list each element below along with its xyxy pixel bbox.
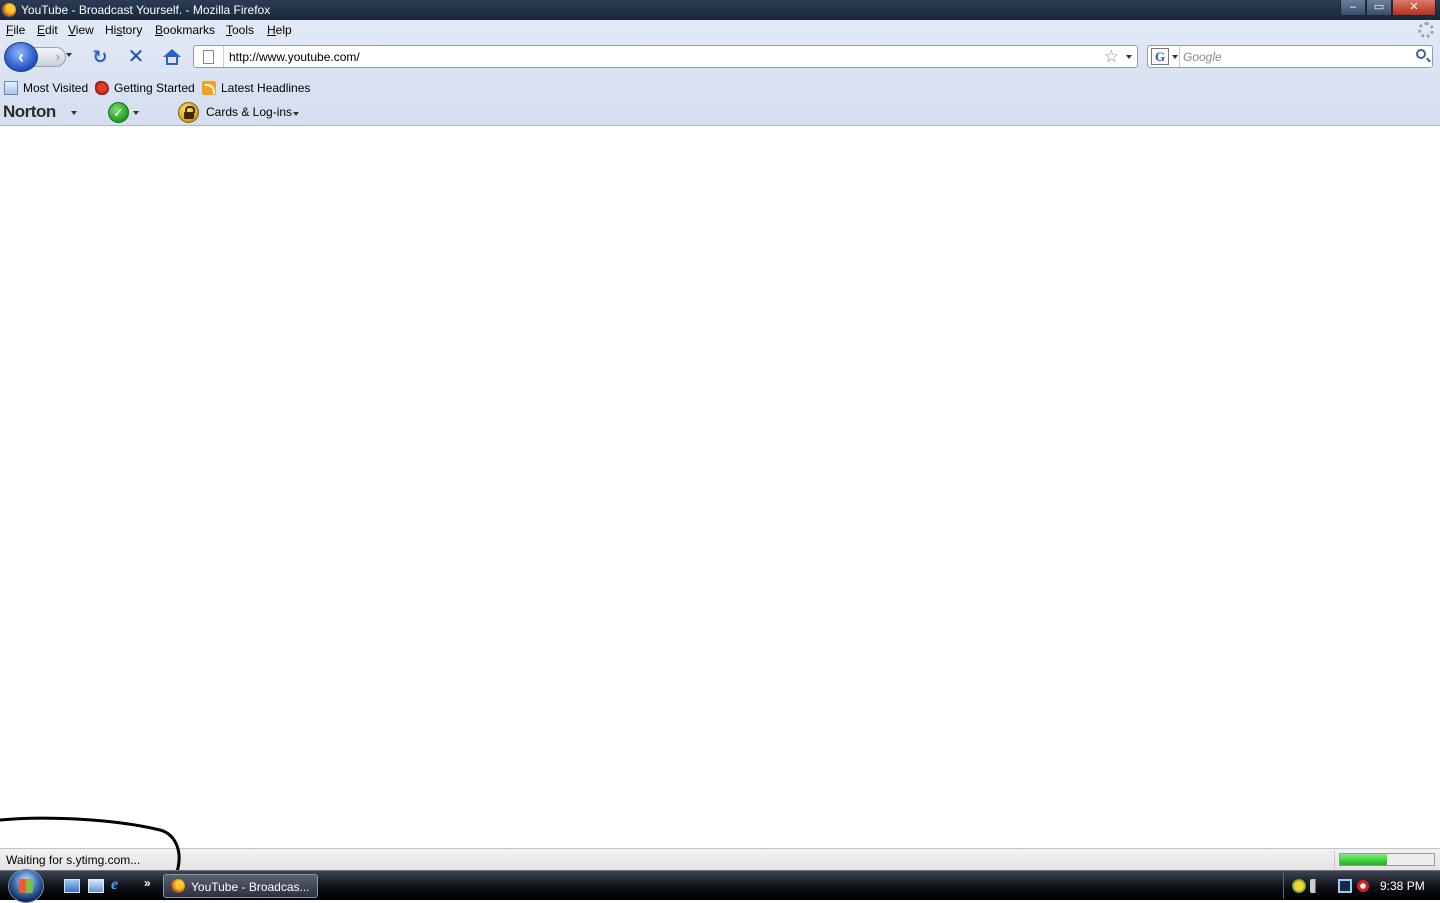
maximize-button[interactable]: ▭ (1366, 0, 1392, 16)
norton-dropdown-icon[interactable] (71, 111, 77, 115)
search-input[interactable] (1183, 49, 1403, 64)
menu-tools[interactable]: Tools (226, 23, 254, 37)
progress-fill (1340, 854, 1387, 865)
menu-help[interactable]: Help (267, 23, 292, 37)
window-controls: – ▭ ✕ (1340, 0, 1436, 17)
browser-toolbars: File Edit View History Bookmarks Tools H… (0, 20, 1440, 126)
bookmark-getting-started[interactable]: Getting Started (95, 79, 195, 97)
menu-bookmarks[interactable]: Bookmarks (155, 23, 215, 37)
bookmark-label: Getting Started (114, 81, 195, 95)
safe-web-dropdown-icon[interactable] (133, 111, 139, 115)
norton-toolbar: Norton ✓ Cards & Log-ins (0, 100, 1440, 124)
rss-feed-icon (202, 81, 216, 95)
network-tray-icon[interactable] (1338, 879, 1352, 893)
system-clock[interactable]: 9:38 PM (1380, 879, 1425, 893)
back-button[interactable]: ‹ (4, 42, 38, 72)
menu-file[interactable]: File (6, 23, 25, 37)
search-bar[interactable]: G (1147, 45, 1433, 68)
show-desktop-icon[interactable] (64, 879, 80, 893)
minimize-button[interactable]: – (1340, 0, 1366, 16)
bookmark-label: Latest Headlines (221, 81, 311, 95)
reload-button[interactable]: ↻ (90, 47, 110, 67)
start-button[interactable] (8, 869, 44, 903)
norton-logo[interactable]: Norton (3, 102, 56, 122)
volume-muted-icon[interactable] (1356, 879, 1370, 893)
search-engine-dropdown-icon[interactable] (1172, 55, 1178, 59)
window-titlebar[interactable]: YouTube - Broadcast Yourself. - Mozilla … (0, 0, 1440, 20)
status-bar: Waiting for s.ytimg.com... (0, 848, 1440, 870)
url-dropdown-icon[interactable] (1126, 55, 1132, 59)
menu-view[interactable]: View (68, 23, 94, 37)
status-text: Waiting for s.ytimg.com... (6, 853, 141, 867)
bookmark-latest-headlines[interactable]: Latest Headlines (202, 79, 310, 97)
history-dropdown-icon[interactable] (66, 53, 72, 57)
menu-edit[interactable]: Edit (37, 23, 58, 37)
speaker-tray-icon[interactable] (1310, 879, 1324, 893)
taskbar-window-label: YouTube - Broadcas... (191, 880, 310, 894)
address-bar[interactable]: http://www.youtube.com/ ☆ (193, 45, 1138, 68)
loading-throbber-icon (1418, 22, 1434, 38)
search-icon[interactable] (1416, 49, 1426, 59)
firefox-getting-started-icon (95, 81, 109, 95)
google-engine-icon[interactable]: G (1151, 48, 1169, 65)
home-icon (163, 49, 181, 57)
url-text[interactable]: http://www.youtube.com/ (229, 50, 360, 64)
loading-progress-bar (1339, 853, 1435, 866)
menu-history[interactable]: History (105, 23, 142, 37)
bookmark-label: Most Visited (23, 81, 89, 95)
close-button[interactable]: ✕ (1392, 0, 1436, 16)
quick-launch-more-icon[interactable]: » (144, 876, 151, 890)
most-visited-icon (4, 81, 18, 95)
navigation-toolbar: › ‹ ↻ ✕ http://www.youtube.com/ ☆ G (0, 40, 1440, 74)
page-content[interactable] (0, 126, 1440, 848)
firefox-icon (171, 879, 185, 893)
window-title: YouTube - Broadcast Yourself. - Mozilla … (21, 3, 271, 17)
identity-safe-lock-icon[interactable] (178, 102, 199, 123)
cards-logins-dropdown-icon[interactable] (293, 112, 299, 116)
safe-web-check-icon[interactable]: ✓ (108, 102, 129, 123)
switch-windows-icon[interactable] (88, 879, 104, 893)
cards-logins-button[interactable]: Cards & Log-ins (206, 105, 292, 119)
norton-tray-icon[interactable] (1292, 879, 1306, 893)
internet-explorer-icon[interactable]: e (111, 876, 127, 893)
bookmark-star-icon[interactable]: ☆ (1104, 47, 1119, 67)
home-button[interactable] (161, 47, 183, 67)
menu-bar: File Edit View History Bookmarks Tools H… (0, 20, 1440, 40)
windows-taskbar: e » YouTube - Broadcas... 9:38 PM (0, 869, 1440, 903)
taskbar-firefox-window[interactable]: YouTube - Broadcas... (163, 874, 318, 898)
page-icon (203, 50, 214, 64)
bookmarks-toolbar: Most Visited Getting Started Latest Head… (0, 77, 1440, 99)
firefox-icon (2, 3, 16, 17)
bookmark-most-visited[interactable]: Most Visited (4, 79, 88, 97)
stop-button[interactable]: ✕ (126, 46, 146, 68)
